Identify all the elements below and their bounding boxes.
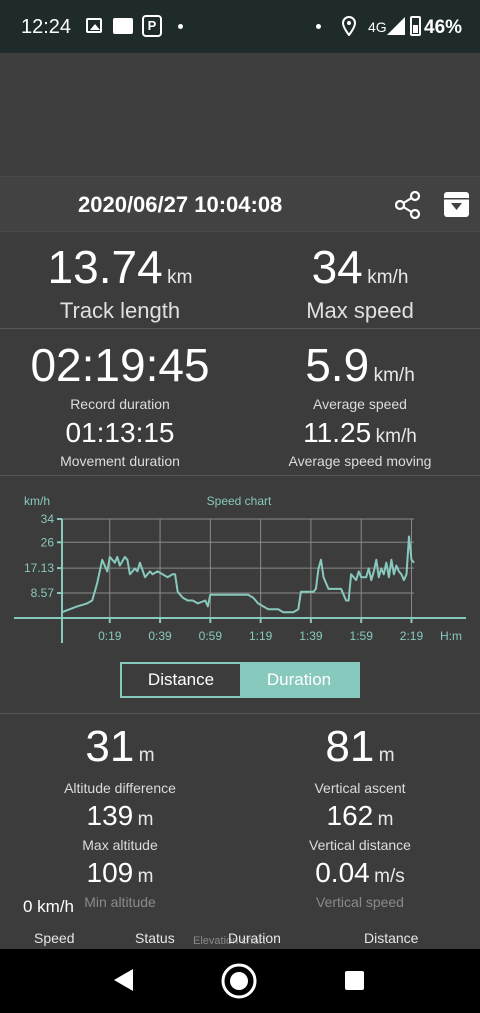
status-time: 12:24	[21, 16, 72, 38]
track-length-stat: 13.74 km	[0, 240, 240, 294]
distance-toggle-button[interactable]: Distance	[122, 664, 240, 696]
average-speed-moving-stat: 11.25 km/h	[240, 417, 480, 449]
battery-percent: 46%	[424, 17, 463, 38]
record-duration-label: Record duration	[70, 396, 170, 412]
average-speed-label: Average speed	[313, 396, 407, 412]
vertical-ascent-unit: m	[378, 745, 395, 766]
altitude-difference-value: 31	[85, 722, 135, 771]
vertical-speed-label: Vertical speed	[316, 894, 404, 910]
max-speed-value: 34	[311, 241, 363, 293]
vertical-distance-unit: m	[377, 809, 394, 830]
notification-dot-icon	[178, 24, 183, 29]
current-speed: 0 km/h	[23, 897, 75, 916]
track-length-unit: km	[167, 267, 193, 288]
chart-title: Speed chart	[207, 494, 272, 508]
altitude-difference-stat: 31 m	[0, 722, 240, 772]
signal-icon	[387, 17, 405, 35]
max-altitude-label: Max altitude	[82, 837, 158, 853]
vertical-distance-label: Vertical distance	[309, 837, 411, 853]
chart-grid	[62, 518, 414, 618]
vertical-ascent-value: 81	[325, 722, 375, 771]
x-tick-label: 1:59	[350, 629, 374, 643]
chart-xlabel: H:m	[440, 629, 462, 643]
max-speed-unit: km/h	[367, 267, 409, 288]
vertical-ascent-label: Vertical ascent	[314, 780, 406, 796]
y-tick-label: 17.13	[24, 561, 54, 575]
home-icon[interactable]	[220, 962, 258, 1000]
average-speed-value: 5.9	[305, 339, 370, 391]
x-tick-label: 2:19	[400, 629, 424, 643]
vertical-distance-stat: 162 m	[240, 800, 480, 832]
average-speed-moving-label: Average speed moving	[288, 453, 432, 469]
system-navigation-bar	[0, 949, 480, 1013]
x-tick-label: 0:39	[148, 629, 172, 643]
network-type: 4G	[368, 19, 387, 35]
y-tick-label: 8.57	[31, 586, 55, 600]
min-altitude-unit: m	[137, 866, 154, 887]
top-blank-area	[0, 53, 480, 176]
tab-status[interactable]: Status	[135, 930, 175, 946]
average-speed-moving-unit: km/h	[375, 426, 417, 447]
max-altitude-unit: m	[137, 809, 154, 830]
paypay-icon: P	[142, 15, 162, 37]
altitude-difference-label: Altitude difference	[64, 780, 176, 796]
max-altitude-value: 139	[86, 800, 134, 831]
max-speed-stat: 34 km/h	[240, 240, 480, 294]
movement-duration-value: 01:13:15	[65, 417, 175, 448]
vertical-distance-value: 162	[326, 800, 374, 831]
x-tick-label: 0:59	[199, 629, 223, 643]
gallery-icon	[86, 18, 102, 33]
y-tick-label: 34	[41, 512, 55, 526]
vertical-speed-value: 0.04	[315, 857, 370, 888]
average-speed-unit: km/h	[373, 365, 415, 386]
duration-toggle-button[interactable]: Duration	[240, 664, 358, 696]
vertical-speed-unit: m/s	[374, 866, 405, 887]
record-duration-stat: 02:19:45	[0, 338, 240, 392]
speed-chart: Speed chart km/h H:m 34 26 17.13 8.57 0:19 0:…	[14, 494, 466, 643]
status-bar: 12:24 P 4G 46%	[0, 0, 480, 53]
divider	[0, 328, 480, 329]
chart-mode-toggle[interactable]: Distance Duration	[120, 662, 360, 698]
tab-duration[interactable]: Duration	[228, 930, 281, 946]
min-altitude-value: 109	[86, 857, 134, 888]
min-altitude-stat: 109 m	[0, 857, 240, 889]
average-speed-moving-value: 11.25	[303, 417, 372, 448]
divider	[0, 713, 480, 714]
max-speed-label: Max speed	[306, 298, 414, 323]
track-datetime: 2020/06/27 10:04:08	[78, 192, 283, 217]
x-tick-label: 1:39	[299, 629, 323, 643]
recents-icon[interactable]	[345, 971, 364, 990]
y-tick-label: 26	[41, 535, 55, 549]
x-tick-label: 1:19	[249, 629, 273, 643]
battery-icon	[410, 16, 421, 36]
altitude-difference-unit: m	[138, 745, 155, 766]
track-header: 2020/06/27 10:04:08	[0, 176, 480, 232]
record-duration-value: 02:19:45	[30, 339, 210, 391]
movement-duration-label: Movement duration	[60, 453, 180, 469]
movement-duration-stat: 01:13:15	[0, 417, 240, 449]
chart-axes	[14, 519, 466, 643]
location-icon	[341, 16, 357, 36]
divider	[0, 475, 480, 476]
vertical-speed-stat: 0.04 m/s	[240, 857, 480, 889]
share-icon[interactable]	[395, 191, 421, 219]
dot-icon	[316, 24, 321, 29]
news-icon	[113, 18, 133, 34]
back-icon[interactable]	[114, 969, 134, 991]
track-length-label: Track length	[59, 298, 181, 323]
archive-icon[interactable]	[444, 192, 469, 217]
chart-ylabel: km/h	[24, 494, 50, 508]
x-tick-label: 0:19	[98, 629, 122, 643]
track-length-value: 13.74	[47, 241, 163, 293]
bottom-tab-bar: Speed Status Elevation chart Duration Di…	[0, 925, 480, 949]
tab-distance[interactable]: Distance	[364, 930, 418, 946]
vertical-ascent-stat: 81 m	[240, 722, 480, 772]
max-altitude-stat: 139 m	[0, 800, 240, 832]
average-speed-stat: 5.9 km/h	[240, 338, 480, 392]
tab-speed[interactable]: Speed	[34, 930, 74, 946]
